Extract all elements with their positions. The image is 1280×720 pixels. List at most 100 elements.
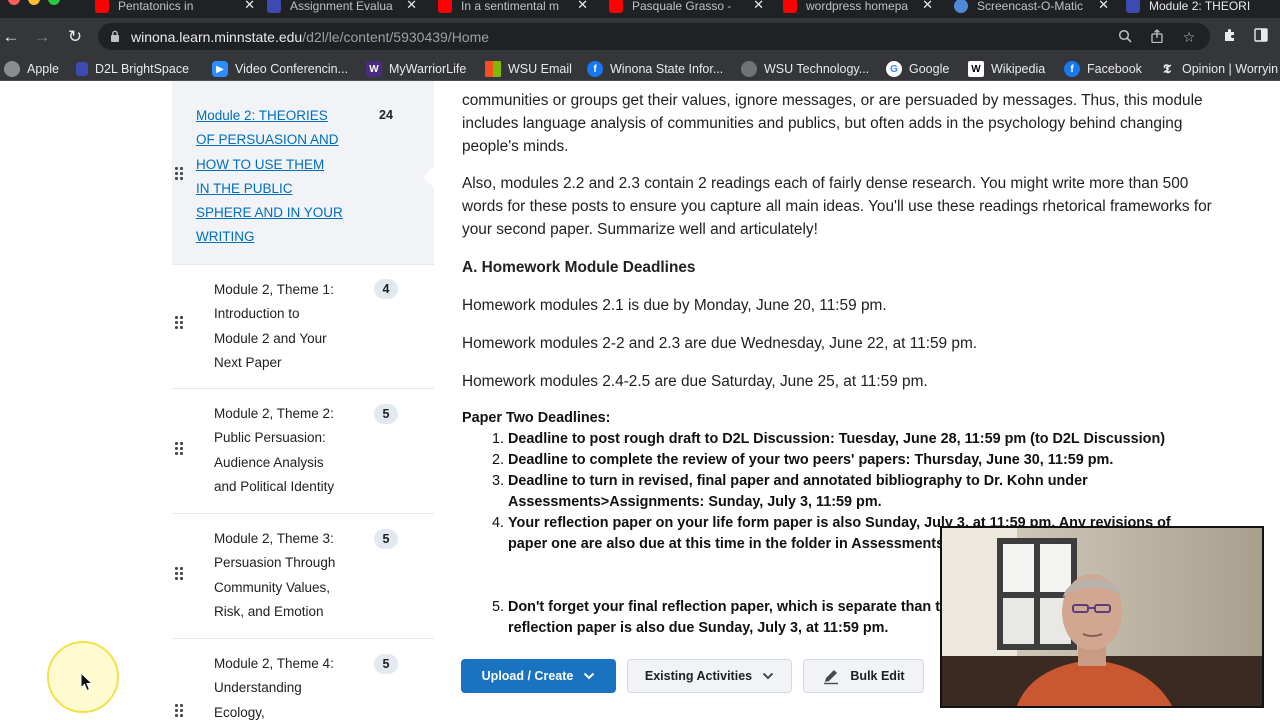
label-line: Understanding <box>214 680 302 696</box>
search-icon[interactable] <box>1117 29 1133 45</box>
homework-deadline: Homework modules 2.4-2.5 are due Saturda… <box>462 373 928 390</box>
address-bar[interactable]: winona.learn.minnstate.edu/d2l/le/conten… <box>98 23 1210 50</box>
browser-tab[interactable]: In a sentimental m ✕ <box>438 0 588 16</box>
google-icon: G <box>886 61 902 77</box>
list-item-line: Deadline to post rough draft to D2L Disc… <box>508 431 1166 447</box>
close-tab-icon[interactable]: ✕ <box>1098 0 1109 13</box>
reload-icon[interactable]: ↻ <box>64 26 86 48</box>
drag-handle-icon[interactable] <box>175 567 185 585</box>
label-line: Public Persuasion: <box>214 430 326 446</box>
close-tab-icon[interactable]: ✕ <box>753 0 764 13</box>
url-path: /d2l/le/content/5930439/Home <box>302 29 490 45</box>
tab-title: Module 2: THEORI <box>1149 0 1251 13</box>
button-label: Bulk Edit <box>850 669 905 683</box>
label-line: IN THE PUBLIC <box>196 180 293 196</box>
zoom-window-icon[interactable] <box>48 0 60 5</box>
close-tab-icon[interactable]: ✕ <box>922 0 933 13</box>
label-line: Audience Analysis <box>214 454 324 470</box>
close-tab-icon[interactable]: ✕ <box>244 0 255 13</box>
browser-tab[interactable]: Pentatonics in ✕ <box>95 0 255 16</box>
chevron-down-icon <box>762 672 774 680</box>
browser-tab[interactable]: Screencast-O-Matic ✕ <box>954 0 1109 16</box>
side-panel-icon[interactable] <box>1252 27 1270 45</box>
label-line: Module 2 and Your <box>214 330 327 346</box>
bookmark-apple[interactable]: Apple <box>4 60 59 78</box>
close-tab-icon[interactable]: ✕ <box>406 0 417 13</box>
label-line: and Political Identity <box>214 478 335 494</box>
readings-paragraph: Also, modules 2.2 and 2.3 contain 2 read… <box>462 173 1232 241</box>
nytimes-icon: 𝕿 <box>1163 61 1171 77</box>
bookmark-label: Wikipedia <box>991 62 1046 76</box>
extensions-icon[interactable] <box>1221 27 1239 45</box>
list-item: 2. Deadline to complete the review of yo… <box>492 450 1228 471</box>
button-label: Upload / Create <box>481 669 574 683</box>
list-number: 3. <box>491 473 504 489</box>
d2l-icon <box>76 62 88 76</box>
bookmark-wsu-email[interactable]: WSU Email <box>485 60 572 78</box>
lock-icon <box>111 30 119 42</box>
bookmark-label: WSU Technology... <box>764 62 870 76</box>
browser-tab[interactable]: Assignment Evalua ✕ <box>267 0 417 16</box>
homework-deadlines-heading: A. Homework Module Deadlines <box>462 259 696 276</box>
upload-create-button[interactable]: Upload / Create <box>461 659 616 693</box>
bookmark-google[interactable]: G Google <box>886 60 949 78</box>
browser-tab-active[interactable]: Module 2: THEORI <box>1126 0 1280 16</box>
toc-item-label[interactable]: Module 2, Theme 4: Understanding Ecology… <box>214 652 334 720</box>
bulk-edit-button[interactable]: Bulk Edit <box>803 659 924 693</box>
bookmark-winona-state[interactable]: f Winona State Infor... <box>587 60 723 78</box>
forward-icon[interactable]: → <box>31 26 53 48</box>
bookmark-wikipedia[interactable]: W Wikipedia <box>968 60 1045 78</box>
close-tab-icon[interactable]: ✕ <box>577 0 588 13</box>
table-of-contents: Module 2: THEORIES OF PERSUASION AND HOW… <box>172 81 435 720</box>
list-item-line: Deadline to complete the review of your … <box>508 452 1114 468</box>
bookmark-video-conferencing[interactable]: ▶ Video Conferencin... <box>212 60 348 78</box>
bookmark-wsu-technology[interactable]: WSU Technology... <box>741 60 869 78</box>
label-line: Ecology, <box>214 704 265 720</box>
text-line: people's minds. <box>462 137 569 155</box>
text-line: Also, modules 2.2 and 2.3 contain 2 read… <box>462 175 1189 192</box>
bookmark-mywarriorlife[interactable]: W MyWarriorLife <box>366 60 466 78</box>
globe-icon <box>4 61 20 77</box>
toc-item-label[interactable]: Module 2, Theme 2: Public Persuasion: Au… <box>214 402 334 499</box>
toc-item-label[interactable]: Module 2: THEORIES OF PERSUASION AND HOW… <box>196 104 343 250</box>
bookmarks-bar: Apple D2L BrightSpace ▶ Video Conferencin… <box>0 55 1280 81</box>
bookmark-label: MyWarriorLife <box>389 62 467 76</box>
bookmark-opinion[interactable]: 𝕿 Opinion | Worryin <box>1159 60 1278 78</box>
drag-handle-icon[interactable] <box>175 704 185 720</box>
drag-handle-icon[interactable] <box>175 167 185 185</box>
label-line: OF PERSUASION AND <box>196 132 339 148</box>
webcam-overlay[interactable] <box>940 526 1264 708</box>
bookmark-facebook[interactable]: f Facebook <box>1064 60 1142 78</box>
item-count-badge: 5 <box>374 529 398 549</box>
tab-title: Pasquale Grasso - <box>632 0 732 13</box>
tab-title: wordpress homepa <box>806 0 909 13</box>
youtube-icon <box>783 0 797 13</box>
facebook-icon: f <box>587 61 603 77</box>
youtube-icon <box>95 0 109 13</box>
drag-handle-icon[interactable] <box>175 442 185 460</box>
intro-paragraph: communities or groups get their values, … <box>462 90 1232 158</box>
text-line: communities or groups get their values, … <box>462 92 1203 109</box>
close-window-icon[interactable] <box>8 0 20 5</box>
drag-handle-icon[interactable] <box>175 316 185 334</box>
toc-item-label[interactable]: Module 2, Theme 1: Introduction to Modul… <box>214 278 334 375</box>
minimize-window-icon[interactable] <box>28 0 40 5</box>
share-icon[interactable] <box>1149 29 1165 45</box>
back-icon[interactable]: ← <box>0 26 22 48</box>
list-item-line: Deadline to turn in revised, final paper… <box>508 473 1088 489</box>
video-camera-icon: ▶ <box>212 61 228 77</box>
bookmark-label: Opinion | Worryin <box>1182 62 1279 76</box>
item-count-badge: 5 <box>374 404 398 424</box>
toc-item-label[interactable]: Module 2, Theme 3: Persuasion Through Co… <box>214 527 335 624</box>
existing-activities-button[interactable]: Existing Activities <box>627 659 792 693</box>
browser-tab[interactable]: wordpress homepa ✕ <box>783 0 933 16</box>
tab-title: Screencast-O-Matic <box>977 0 1084 13</box>
bookmark-label: Apple <box>27 62 59 76</box>
pencil-icon <box>824 670 839 685</box>
label-line: Module 2, Theme 3: <box>214 531 334 546</box>
browser-tab[interactable]: Pasquale Grasso - ✕ <box>609 0 764 16</box>
bookmark-d2l[interactable]: D2L BrightSpace <box>76 60 189 78</box>
bookmark-star-icon[interactable]: ☆ <box>1181 29 1197 45</box>
url-host: winona.learn.minnstate.edu <box>131 29 303 45</box>
item-count-badge: 24 <box>379 108 393 122</box>
